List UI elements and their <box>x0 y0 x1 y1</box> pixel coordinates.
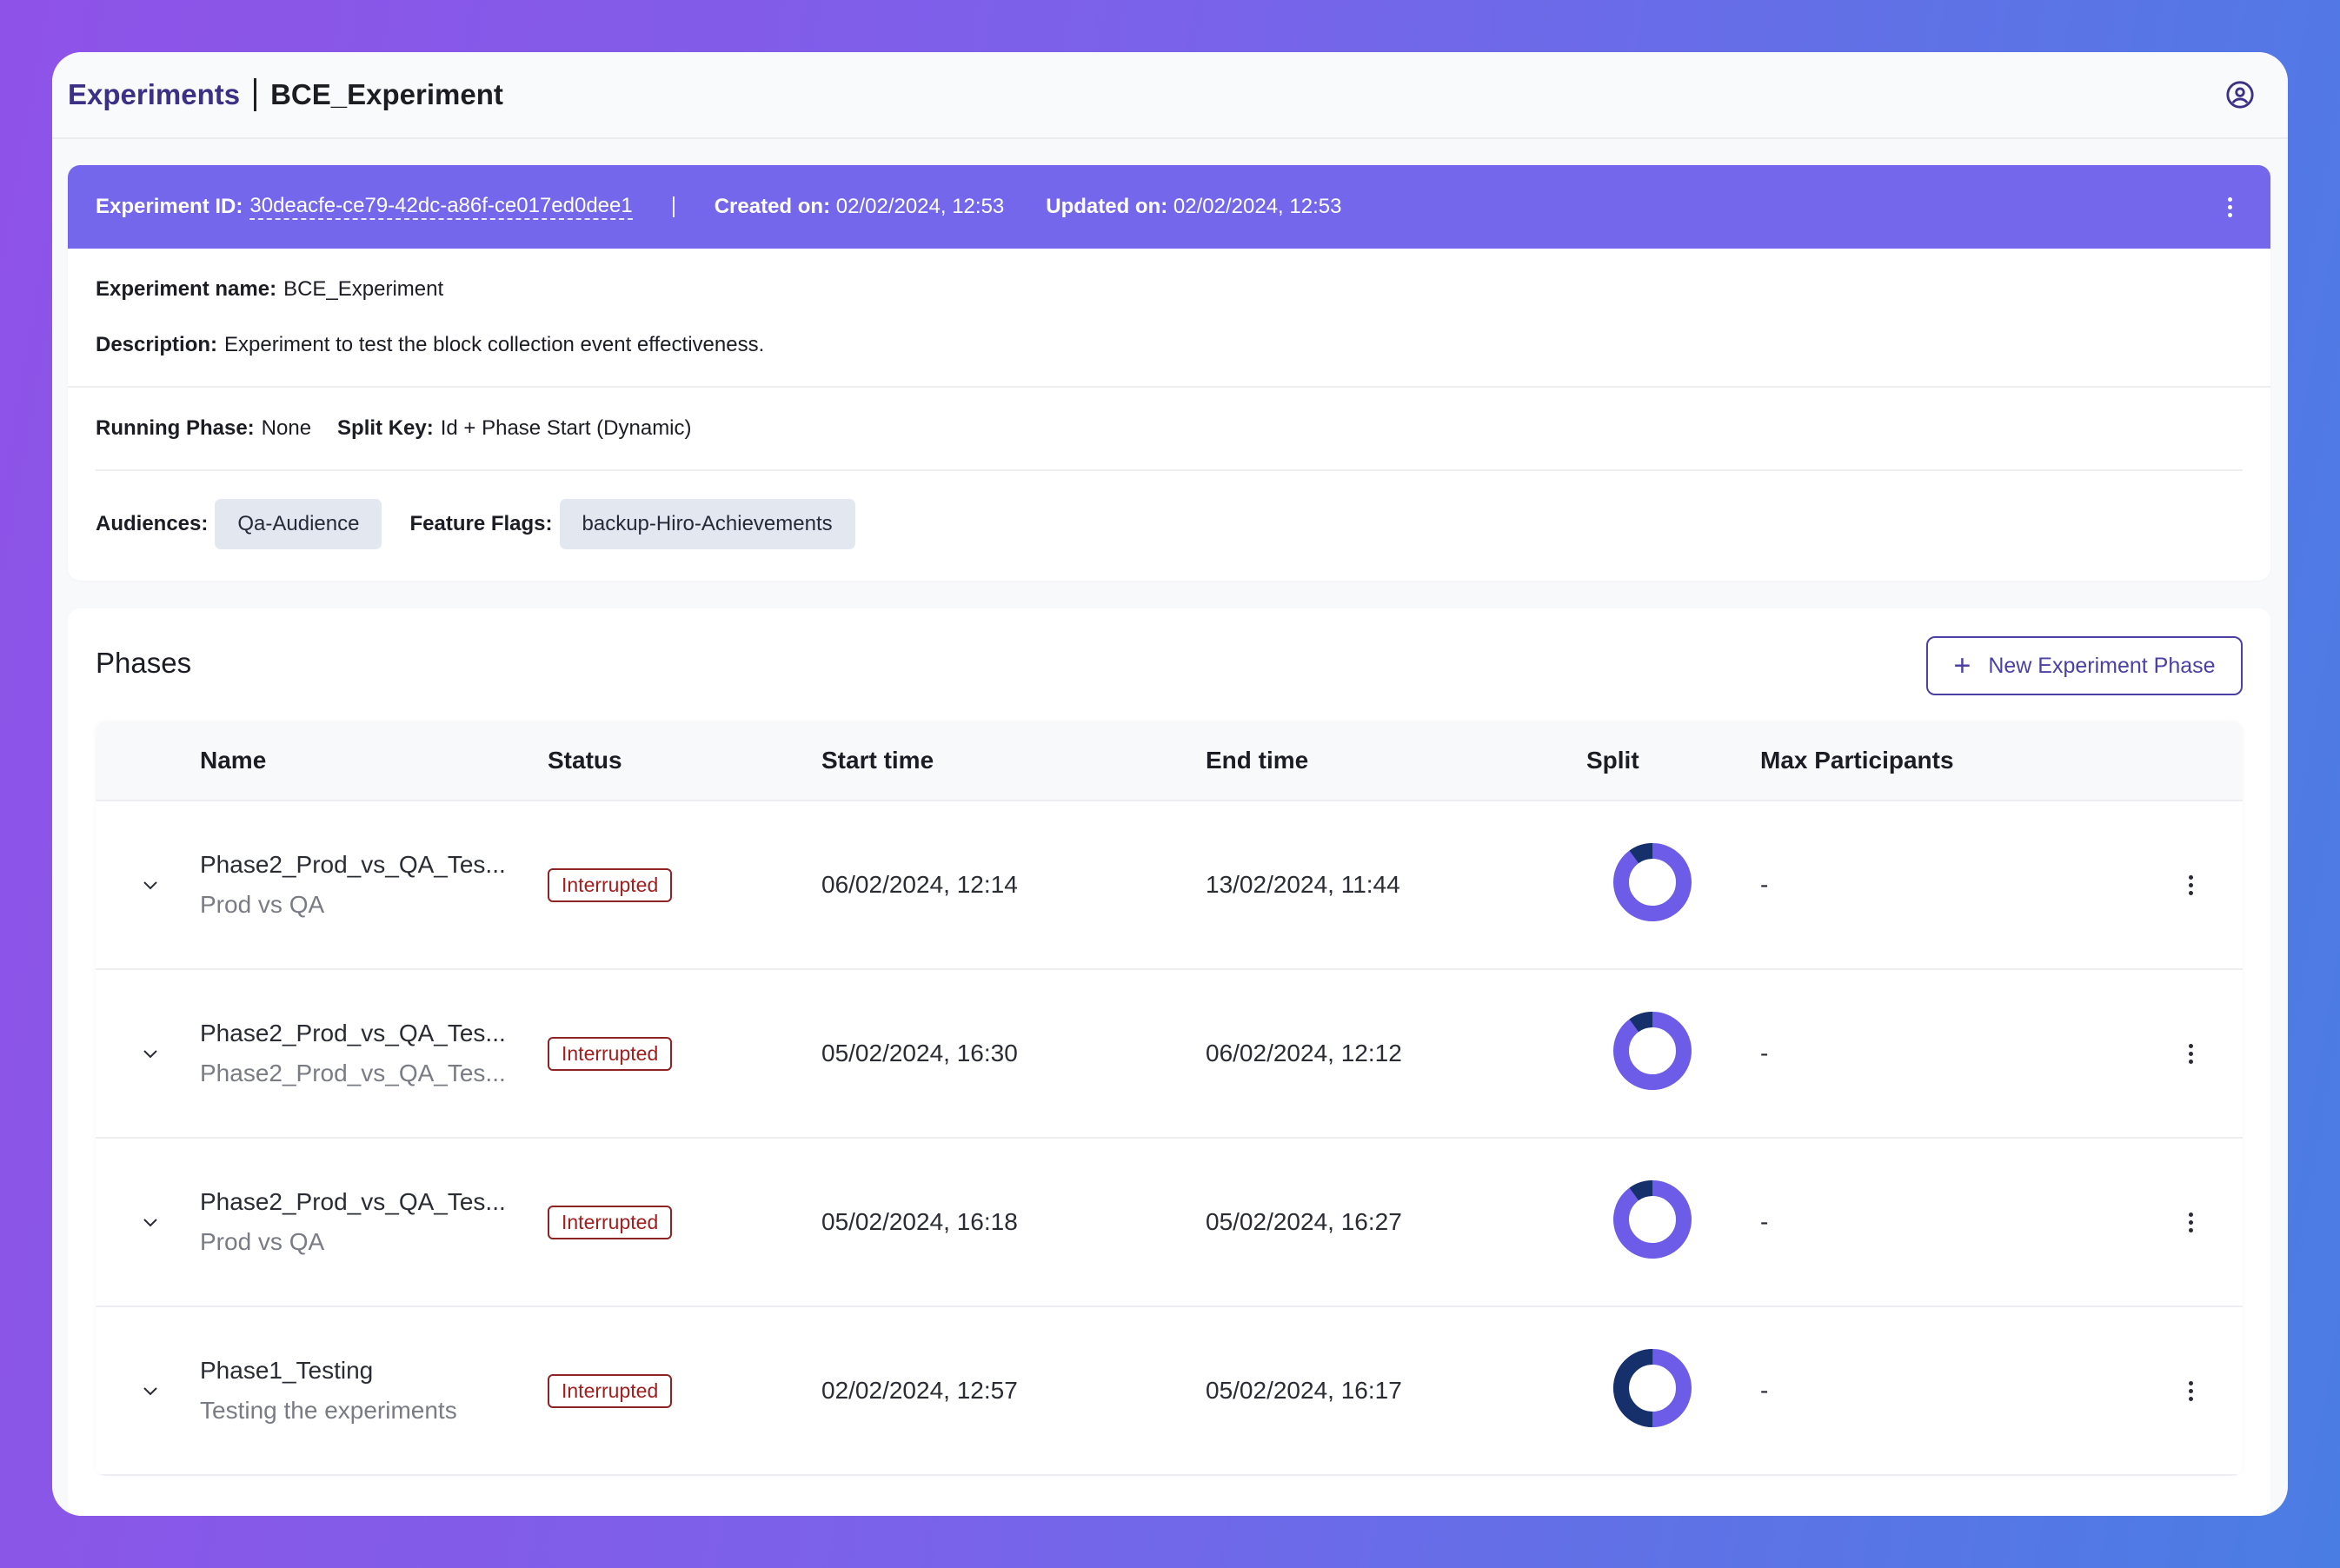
end-time: 05/02/2024, 16:17 <box>1206 1377 1402 1404</box>
start-time: 05/02/2024, 16:18 <box>821 1208 1018 1235</box>
column-header-name: Name <box>200 747 267 774</box>
start-time: 06/02/2024, 12:14 <box>821 871 1018 898</box>
split-donut-chart <box>1613 1348 1692 1427</box>
phase-name: Phase1_Testing <box>200 1357 374 1384</box>
end-time: 13/02/2024, 11:44 <box>1206 871 1400 898</box>
row-more-options-icon[interactable] <box>2188 1212 2193 1232</box>
new-experiment-phase-button[interactable]: + New Experiment Phase <box>1926 636 2243 695</box>
breadcrumb-current: BCE_Experiment <box>270 78 503 110</box>
column-header-max-participants: Max Participants <box>1760 747 1954 774</box>
experiment-page-card: Experiments BCE_Experiment Experiment ID… <box>52 52 2288 1516</box>
column-header-start-time: Start time <box>821 747 934 774</box>
phase-subtitle: Prod vs QA <box>200 891 325 918</box>
experiment-info-card: Experiment ID: 30deacfe-ce79-42dc-a86f-c… <box>68 165 2270 581</box>
chevron-down-icon[interactable] <box>140 1380 161 1401</box>
chevron-down-icon[interactable] <box>140 1043 161 1064</box>
row-more-options-icon[interactable] <box>2188 874 2193 895</box>
phases-table: Name Status Start time End time Split Ma… <box>96 721 2243 1476</box>
audience-chip[interactable]: Qa-Audience <box>215 499 382 549</box>
row-more-options-icon[interactable] <box>2188 1043 2193 1064</box>
experiment-info-body: Experiment name: BCE_Experiment Descripti… <box>68 249 2270 549</box>
experiment-description: Description: Experiment to test the block… <box>96 333 765 356</box>
experiment-name: Experiment name: BCE_Experiment <box>96 277 444 301</box>
max-participants: - <box>1760 1040 1769 1066</box>
user-circle-icon[interactable] <box>2225 80 2255 110</box>
table-body: Phase2_Prod_vs_QA_Tes... Prod vs QA Inte… <box>96 801 2243 1476</box>
feature-flag-chip[interactable]: backup-Hiro-Achievements <box>559 499 855 549</box>
status-badge: Interrupted <box>548 1373 673 1408</box>
row-more-options-icon[interactable] <box>2188 1380 2193 1401</box>
phase-name: Phase2_Prod_vs_QA_Tes... <box>200 851 506 878</box>
phase-subtitle: Phase2_Prod_vs_QA_Tes... <box>200 1060 506 1086</box>
breadcrumb-experiments-link[interactable]: Experiments <box>68 78 240 111</box>
running-phase: Running Phase: None <box>96 416 312 440</box>
experiment-more-options-icon[interactable] <box>2217 194 2243 220</box>
status-badge: Interrupted <box>548 1036 673 1071</box>
plus-icon: + <box>1953 649 1971 682</box>
split-segment-primary <box>1613 1179 1692 1259</box>
experiment-info-header: Experiment ID: 30deacfe-ce79-42dc-a86f-c… <box>68 165 2270 249</box>
split-segment-primary <box>1613 1011 1692 1090</box>
phase-subtitle: Prod vs QA <box>200 1228 325 1255</box>
updated-on: Updated on: 02/02/2024, 12:53 <box>1046 195 1342 218</box>
start-time: 02/02/2024, 12:57 <box>821 1377 1018 1404</box>
table-row[interactable]: Phase2_Prod_vs_QA_Tes... Prod vs QA Inte… <box>96 801 2243 970</box>
audiences-label: Audiences: <box>96 512 209 535</box>
experiment-id-value[interactable]: 30deacfe-ce79-42dc-a86f-ce017ed0dee1 <box>249 194 633 220</box>
breadcrumb-separator <box>254 78 257 111</box>
table-header: Name Status Start time End time Split Ma… <box>96 721 2243 801</box>
split-donut-chart <box>1613 1179 1692 1259</box>
column-header-split: Split <box>1586 747 1639 774</box>
header-divider <box>672 196 675 217</box>
phase-name: Phase2_Prod_vs_QA_Tes... <box>200 1188 506 1215</box>
split-donut-chart <box>1613 1011 1692 1090</box>
phase-subtitle: Testing the experiments <box>200 1397 457 1424</box>
experiment-id-label: Experiment ID: <box>96 195 243 218</box>
created-on: Created on: 02/02/2024, 12:53 <box>714 195 1005 218</box>
phases-title: Phases <box>96 647 192 679</box>
phase-name: Phase2_Prod_vs_QA_Tes... <box>200 1020 506 1046</box>
table-row[interactable]: Phase2_Prod_vs_QA_Tes... Phase2_Prod_vs_… <box>96 970 2243 1139</box>
status-badge: Interrupted <box>548 867 673 902</box>
split-donut-chart <box>1613 842 1692 921</box>
column-header-status: Status <box>548 747 622 774</box>
column-header-end-time: End time <box>1206 747 1309 774</box>
end-time: 06/02/2024, 12:12 <box>1206 1040 1402 1066</box>
top-bar: Experiments BCE_Experiment <box>52 52 2288 139</box>
max-participants: - <box>1760 871 1769 898</box>
feature-flags-label: Feature Flags: <box>409 512 553 535</box>
start-time: 05/02/2024, 16:30 <box>821 1040 1018 1066</box>
max-participants: - <box>1760 1377 1769 1404</box>
chevron-down-icon[interactable] <box>140 874 161 895</box>
phases-section: Phases + New Experiment Phase Name Statu… <box>68 608 2270 1516</box>
status-badge: Interrupted <box>548 1205 673 1239</box>
table-row[interactable]: Phase1_Testing Testing the experiments I… <box>96 1307 2243 1476</box>
end-time: 05/02/2024, 16:27 <box>1206 1208 1402 1235</box>
table-row[interactable]: Phase2_Prod_vs_QA_Tes... Prod vs QA Inte… <box>96 1139 2243 1307</box>
max-participants: - <box>1760 1208 1769 1235</box>
chevron-down-icon[interactable] <box>140 1212 161 1232</box>
split-segment-primary <box>1613 842 1692 921</box>
split-key: Split Key: Id + Phase Start (Dynamic) <box>337 416 692 440</box>
